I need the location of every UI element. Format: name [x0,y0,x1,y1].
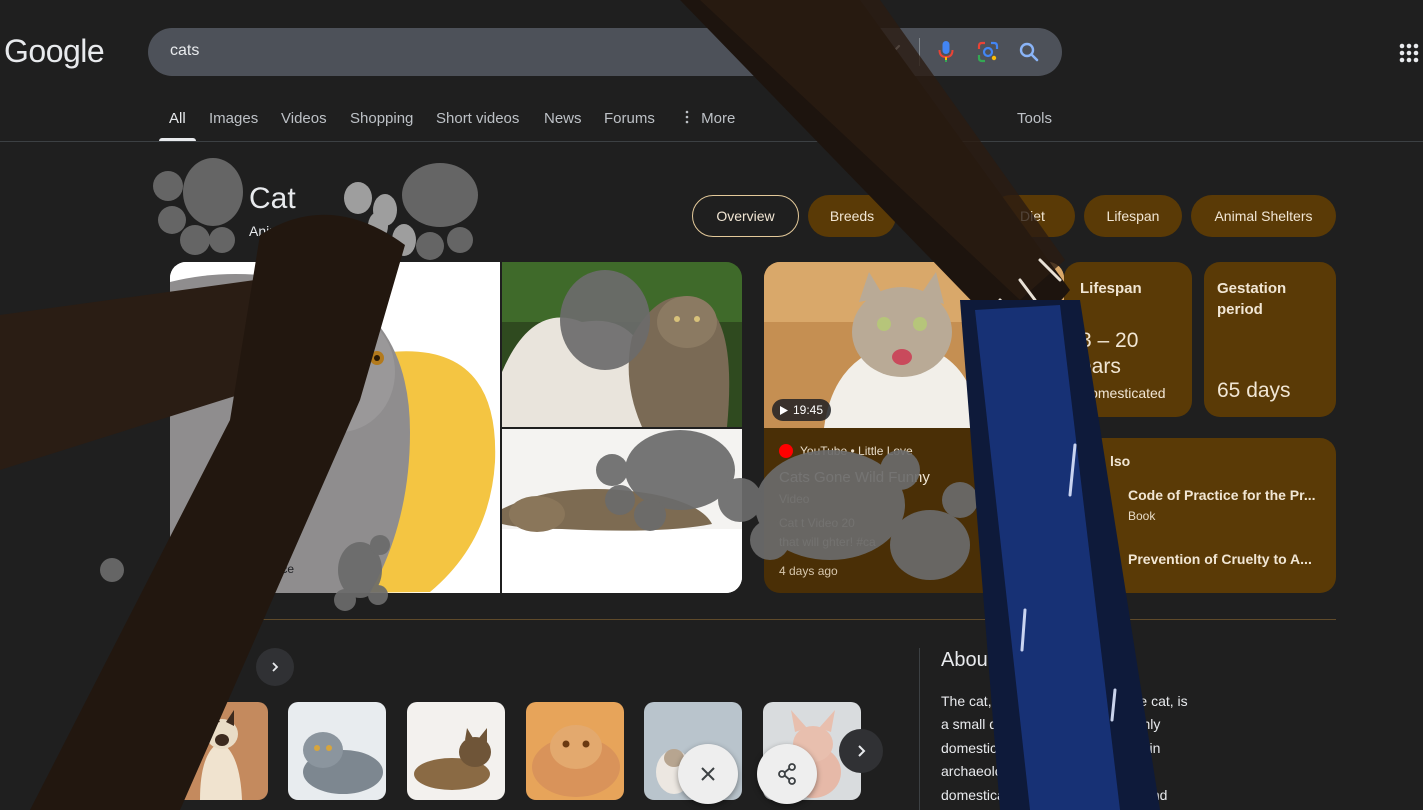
tab-short-videos[interactable]: Short videos [436,110,519,127]
search-tabs: All Images Videos Shopping Short videos … [0,100,1423,142]
video-age: 4 days ago [779,564,838,578]
tab-videos[interactable]: Videos [281,110,327,127]
cat-image-large[interactable] [170,262,500,593]
chip-overview[interactable]: Overview [692,195,799,237]
breed-thumb-british-shorthair[interactable] [288,702,386,800]
tab-images[interactable]: Images [209,110,258,127]
cat-image-lying[interactable] [502,429,742,593]
fact-value-lifespan-unit: ears [1080,355,1121,378]
chip-breeds[interactable]: Breeds [808,195,896,237]
people-also-title: lso [1110,453,1131,469]
about-divider [919,648,920,810]
share-icon [778,763,796,785]
about-line: domesticate y Felidae. Advances in [941,740,1161,756]
video-thumbnail[interactable]: 19:45 [764,262,1064,428]
entity-subtitle: Anim [249,223,281,239]
search-bar[interactable]: cats [148,28,1062,76]
video-description-1: Cat t Video 20 [779,516,855,530]
about-line: a small dor s mammal. It is the only [941,716,1161,732]
fact-note-lifespan: Domesticated [1080,385,1166,401]
search-divider [919,38,920,66]
more-vert-icon [685,110,689,124]
breed-thumb-maine-coon[interactable] [407,702,505,800]
image-caption: ance [268,562,295,576]
cat-image-two-cats[interactable] [502,262,742,427]
about-title: About [941,649,994,671]
tab-shopping[interactable]: Shopping [350,110,413,127]
video-duration: 19:45 [793,403,824,417]
close-overlay-button[interactable] [678,744,738,804]
video-meta: Video [779,492,810,506]
fact-label-gestation-line2: period [1217,301,1263,318]
chip-lifespan[interactable]: Lifespan [1084,195,1182,237]
chevron-right-icon [858,745,866,757]
people-also-card: lso Code of Practice for the Pr... Book … [1064,438,1336,593]
tab-news[interactable]: News [544,110,582,127]
about-line: archaeology hown that the [941,763,1106,779]
chevron-right-icon [272,662,279,672]
breeds-section-title: s [228,654,238,676]
related-book-1[interactable]: Code of Practice for the Pr... [1128,487,1316,503]
about-line: The cat, al domestic cat or house cat, i… [941,693,1188,709]
chip-diet[interactable]: Diet [990,195,1075,237]
search-input[interactable]: cats [170,42,199,60]
tab-more-label: More [701,110,736,127]
youtube-icon [779,444,793,458]
lens-icon[interactable] [976,40,1000,64]
video-source-label: YouTube • Little Love [800,444,913,458]
tab-forums[interactable]: Forums [604,110,655,127]
breed-thumb-persian[interactable] [526,702,624,800]
fact-value-lifespan-range: 3 – 20 [1080,329,1139,352]
related-book-2[interactable]: Prevention of Cruelty to A... [1128,551,1312,567]
tab-all[interactable]: All [169,110,186,127]
fact-card-gestation[interactable]: Gestation period 65 days [1204,262,1336,417]
video-description-2: that will ghter! #ca [779,535,876,549]
tab-active-underline [159,138,196,141]
breed-thumb-siamese[interactable] [170,702,268,800]
breeds-next-button[interactable] [839,729,883,773]
fact-value-gestation: 65 days [1217,379,1291,402]
breeds-expand-button[interactable] [256,648,294,686]
chip-animal-shelters[interactable]: Animal Shelters [1191,195,1336,237]
tab-more[interactable]: More [683,110,735,127]
related-book-1-type: Book [1128,509,1156,523]
tools-button[interactable]: Tools [1017,110,1052,127]
about-line: domesticatic n the Near East around [941,787,1168,803]
apps-grid-icon[interactable] [1398,42,1420,64]
entity-title: Cat [249,182,296,215]
video-duration-badge: 19:45 [772,399,832,421]
fact-label-gestation: Gestation period [1217,278,1286,320]
video-source: YouTube • Little Love [779,444,913,458]
play-icon [780,405,788,415]
video-title[interactable]: Cats Gone Wild Funny [779,469,1049,486]
fact-label-gestation-line1: Gestation [1217,280,1287,297]
video-card[interactable]: 19:45 YouTube • Little Love Cats Gone Wi… [764,262,1064,593]
search-icon[interactable] [1017,40,1041,64]
google-logo[interactable]: Google [4,33,105,70]
share-button[interactable] [757,744,817,804]
fact-label-lifespan: Lifespan [1080,280,1142,297]
close-icon[interactable] [881,40,905,64]
section-divider [170,619,1336,620]
microphone-icon[interactable] [934,40,958,64]
close-icon [701,767,715,781]
fact-card-lifespan[interactable]: Lifespan 3 – 20 ears Domesticated [1064,262,1192,417]
